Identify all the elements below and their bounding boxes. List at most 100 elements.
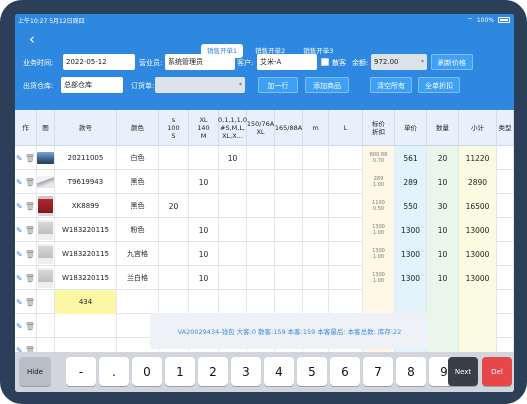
cell-size-165-88a[interactable] <box>275 242 303 266</box>
cell-size-150-76a[interactable] <box>247 266 275 290</box>
key-4[interactable]: 4 <box>264 357 294 386</box>
cell-size-multi[interactable] <box>219 194 247 218</box>
key-8[interactable]: 8 <box>396 357 426 386</box>
cell-tag-price[interactable] <box>363 290 395 314</box>
edit-icon[interactable]: ✎ <box>16 250 23 259</box>
edit-icon[interactable]: ✎ <box>16 274 23 283</box>
cell-size-xl[interactable]: 10 <box>189 218 219 242</box>
cell-qty[interactable] <box>427 338 459 352</box>
cell-tag-price[interactable]: 1300 1.00 <box>363 242 395 266</box>
cell-size-150-76a[interactable] <box>247 146 275 170</box>
trash-icon[interactable]: 🗑 <box>25 202 35 211</box>
cell-size-s[interactable]: 20 <box>159 194 189 218</box>
cell-size-l[interactable] <box>329 194 363 218</box>
cell-size-l[interactable] <box>329 218 363 242</box>
cell-tag-price[interactable]: 289 1.00 <box>363 170 395 194</box>
table-row[interactable]: ✎ 🗑 W183220115 兰白格 10 1300 1.00 1300 10 13000 <box>15 266 514 290</box>
cell-unit-price[interactable]: 550 <box>395 194 427 218</box>
table-row[interactable]: ✎ 🗑 20211005 白色 10 800.88 0.70 561 20 11220 <box>15 146 514 170</box>
cell-qty[interactable]: 10 <box>427 218 459 242</box>
table-row[interactable]: ✎ 🗑 XK8899 黑色 20 1100 0.50 550 30 16500 <box>15 194 514 218</box>
cell-size-150-76a[interactable] <box>247 218 275 242</box>
cell-size-m[interactable] <box>303 218 329 242</box>
cell-size-150-76a[interactable] <box>247 170 275 194</box>
cell-unit-price[interactable]: 561 <box>395 146 427 170</box>
cell-size-165-88a[interactable] <box>275 290 303 314</box>
edit-icon[interactable]: ✎ <box>16 178 23 187</box>
cell-size-xl[interactable] <box>189 290 219 314</box>
cell-qty[interactable] <box>427 314 459 338</box>
trash-icon[interactable]: 🗑 <box>25 250 35 259</box>
trash-icon[interactable]: 🗑 <box>25 322 35 331</box>
delete-key[interactable]: Del <box>482 357 512 386</box>
cell-size-150-76a[interactable] <box>247 242 275 266</box>
key-minus[interactable]: - <box>66 357 96 386</box>
business-time-input[interactable]: 2022-05-12 <box>63 54 135 70</box>
cell-size-multi[interactable] <box>219 170 247 194</box>
cell-tag-price[interactable]: 1100 0.50 <box>363 194 395 218</box>
cell-size-l[interactable] <box>329 242 363 266</box>
cell-qty[interactable]: 10 <box>427 266 459 290</box>
cell-size-multi[interactable] <box>219 242 247 266</box>
cell-size-l[interactable] <box>329 146 363 170</box>
add-product-button[interactable]: 添加商品 <box>305 77 349 93</box>
key-0[interactable]: 0 <box>132 357 162 386</box>
key-2[interactable]: 2 <box>198 357 228 386</box>
edit-icon[interactable]: ✎ <box>16 322 23 331</box>
cell-size-s[interactable] <box>159 266 189 290</box>
cell-size-xl[interactable]: 10 <box>189 242 219 266</box>
cell-size-m[interactable] <box>303 194 329 218</box>
cell-qty[interactable]: 10 <box>427 170 459 194</box>
cell-unit-price[interactable] <box>395 290 427 314</box>
cell-size-l[interactable] <box>329 170 363 194</box>
trash-icon[interactable]: 🗑 <box>25 178 35 187</box>
cell-size-165-88a[interactable] <box>275 218 303 242</box>
full-discount-button[interactable]: 全单折扣 <box>418 77 460 93</box>
cell-size-xl[interactable] <box>189 194 219 218</box>
cell-size-165-88a[interactable] <box>275 194 303 218</box>
key-1[interactable]: 1 <box>165 357 195 386</box>
cell-size-165-88a[interactable] <box>275 266 303 290</box>
back-chevron-icon[interactable]: ‹ <box>23 30 41 48</box>
next-key[interactable]: Next <box>448 357 478 386</box>
table-row[interactable]: ✎ 🗑 W183220115 九宫格 10 1300 1.00 1300 10 13000 <box>15 242 514 266</box>
cell-size-xl[interactable]: 10 <box>189 266 219 290</box>
cell-size-s[interactable] <box>159 242 189 266</box>
cell-size-l[interactable] <box>329 290 363 314</box>
cell-size-150-76a[interactable] <box>247 290 275 314</box>
warehouse-input[interactable]: 总部仓库 <box>61 77 123 93</box>
balance-select[interactable]: 972.00 ▾ <box>371 54 427 70</box>
cell-unit-price[interactable]: 1300 <box>395 242 427 266</box>
cell-qty[interactable]: 20 <box>427 146 459 170</box>
trash-icon[interactable]: 🗑 <box>25 298 35 307</box>
cell-qty[interactable]: 10 <box>427 242 459 266</box>
cell-size-s[interactable] <box>159 170 189 194</box>
cell-size-m[interactable] <box>303 242 329 266</box>
walkin-checkbox[interactable] <box>321 58 329 66</box>
hide-key[interactable]: Hide <box>19 357 51 386</box>
cell-size-multi[interactable] <box>219 218 247 242</box>
table-row[interactable]: ✎ 🗑 T9619943 黑色 10 289 1.00 289 10 2890 <box>15 170 514 194</box>
salesperson-input[interactable]: 系统管理员 <box>165 54 235 70</box>
cell-size-s[interactable] <box>159 218 189 242</box>
cell-size-165-88a[interactable] <box>275 146 303 170</box>
add-row-button[interactable]: 加一行 <box>258 77 298 93</box>
cell-qty[interactable]: 30 <box>427 194 459 218</box>
clear-all-button[interactable]: 清空所有 <box>370 77 412 93</box>
cell-size-150-76a[interactable] <box>247 194 275 218</box>
key-dot[interactable]: . <box>99 357 129 386</box>
cell-size-m[interactable] <box>303 146 329 170</box>
key-6[interactable]: 6 <box>330 357 360 386</box>
key-3[interactable]: 3 <box>231 357 261 386</box>
cell-size-multi[interactable]: 10 <box>219 146 247 170</box>
cell-size-165-88a[interactable] <box>275 170 303 194</box>
cell-size-xl[interactable]: 10 <box>189 170 219 194</box>
cell-size-m[interactable] <box>303 266 329 290</box>
trash-icon[interactable]: 🗑 <box>25 274 35 283</box>
customer-input[interactable]: 艾米-A <box>257 54 317 70</box>
cell-size-multi[interactable] <box>219 266 247 290</box>
trash-icon[interactable]: 🗑 <box>25 154 35 163</box>
cell-tag-price[interactable]: 800.88 0.70 <box>363 146 395 170</box>
cell-size-s[interactable] <box>159 146 189 170</box>
cell-size-l[interactable] <box>329 266 363 290</box>
